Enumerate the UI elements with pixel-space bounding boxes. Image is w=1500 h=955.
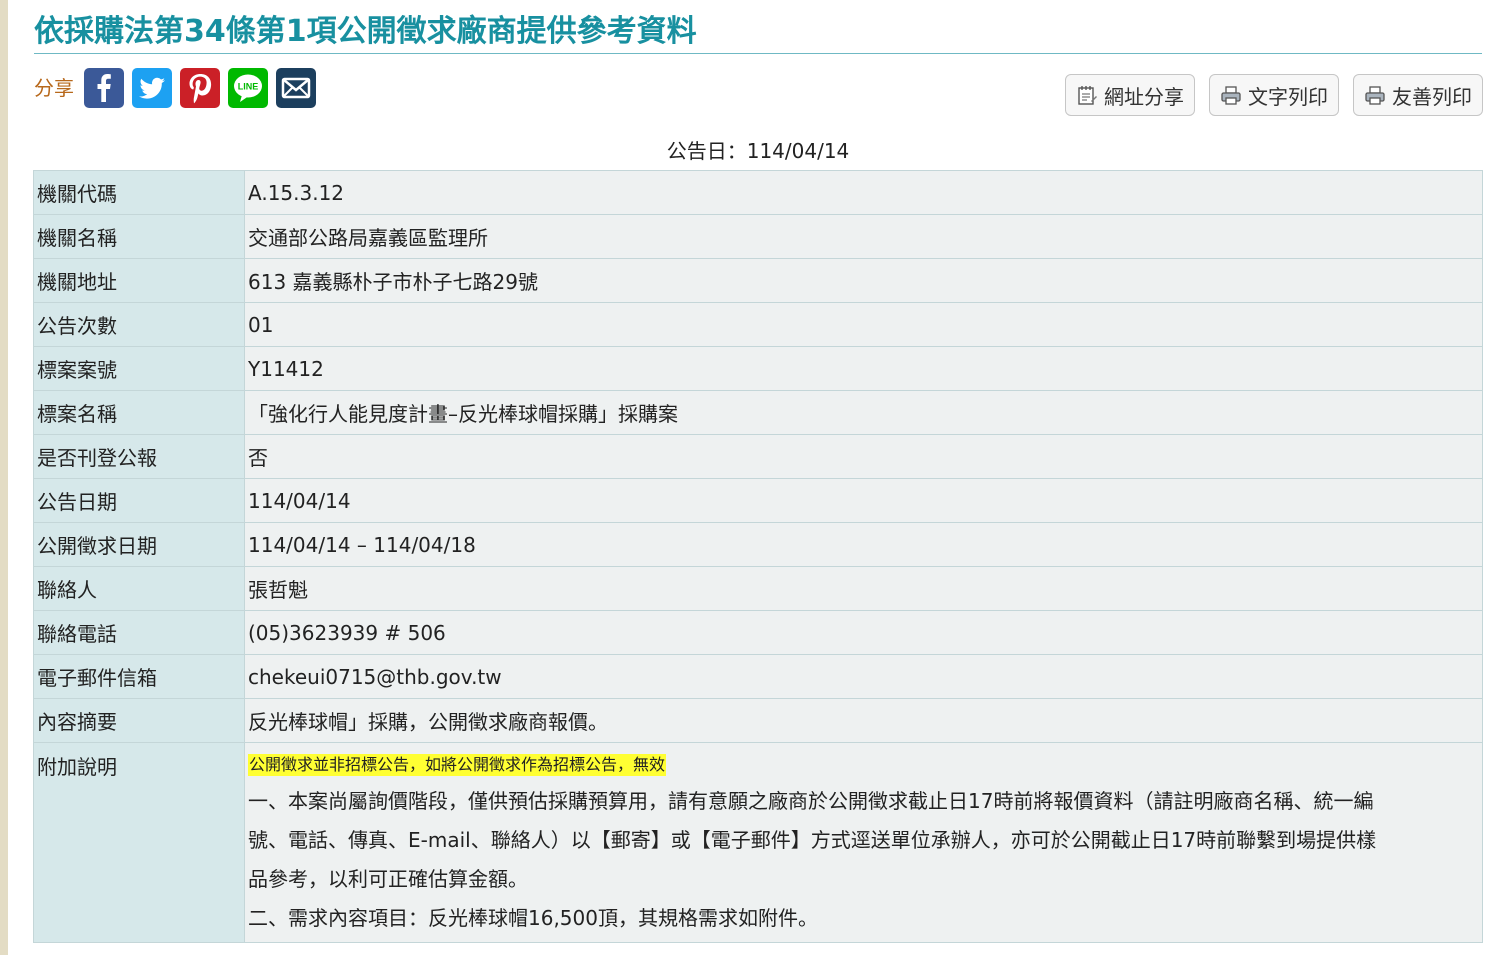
row-value: 「強化行人能見度計畫–反光棒球帽採購」採購案: [244, 390, 1483, 435]
row-label: 聯絡人: [33, 566, 245, 611]
row-value: 613 嘉義縣朴子市朴子七路29號: [244, 258, 1483, 303]
note-line: 品參考，以利可正確估算金額。: [248, 867, 528, 891]
pinterest-icon[interactable]: [180, 68, 220, 108]
row-label: 公告日期: [33, 478, 245, 523]
row-label: 機關名稱: [33, 214, 245, 259]
row-value: 否: [244, 434, 1483, 479]
row-value: chekeui0715@thb.gov.tw: [244, 654, 1483, 699]
note-line: 號、電話、傳真、E-mail、聯絡人）以【郵寄】或【電子郵件】方式逕送單位承辦人…: [248, 828, 1377, 852]
text-print-label: 文字列印: [1248, 84, 1328, 109]
table-row: 機關名稱 交通部公路局嘉義區監理所: [33, 214, 1483, 259]
notes-content: 公開徵求並非招標公告，如將公開徵求作為招標公告，無效 一、本案尚屬詢價階段，僅供…: [244, 742, 1483, 943]
note-line: 一、本案尚屬詢價階段，僅供預估採購預算用，請有意願之廠商於公開徵求截止日17時前…: [248, 789, 1374, 813]
line-icon-text: LINE: [238, 82, 259, 92]
row-value: (05)3623939 # 506: [244, 610, 1483, 655]
line-icon[interactable]: LINE: [228, 68, 268, 108]
table-row: 電子郵件信箱 chekeui0715@thb.gov.tw: [33, 654, 1483, 699]
table-row: 標案名稱 「強化行人能見度計畫–反光棒球帽採購」採購案: [33, 390, 1483, 435]
row-value: Y11412: [244, 346, 1483, 391]
table-row: 機關地址 613 嘉義縣朴子市朴子七路29號: [33, 258, 1483, 303]
row-value: 張哲魁: [244, 566, 1483, 611]
table-row: 聯絡電話 (05)3623939 # 506: [33, 610, 1483, 655]
row-value: 114/04/14: [244, 478, 1483, 523]
row-label: 電子郵件信箱: [33, 654, 245, 699]
title-divider: [34, 53, 1482, 54]
table-row: 是否刊登公報否: [33, 434, 1483, 479]
table-row: 聯絡人 張哲魁: [33, 566, 1483, 611]
announcement-table: 機關代碼 A.15.3.12 機關名稱 交通部公路局嘉義區監理所 機關地址 613 嘉…: [33, 170, 1483, 943]
printer-icon: [1221, 86, 1241, 105]
row-value: 01: [244, 302, 1483, 347]
url-share-button[interactable]: 網址分享: [1065, 74, 1195, 116]
table-row: 機關代碼 A.15.3.12: [33, 170, 1483, 215]
row-value: A.15.3.12: [244, 170, 1483, 215]
table-row: 內容摘要 反光棒球帽」採購，公開徵求廠商報價。: [33, 698, 1483, 743]
row-label: 公開徵求日期: [33, 522, 245, 567]
row-label: 聯絡電話: [33, 610, 245, 655]
row-label: 附加說明: [33, 742, 245, 943]
facebook-icon[interactable]: [84, 68, 124, 108]
table-row: 公告日期 114/04/14: [33, 478, 1483, 523]
share-label: 分享: [34, 76, 74, 100]
row-value: 114/04/14 – 114/04/18: [244, 522, 1483, 567]
mail-icon[interactable]: [276, 68, 316, 108]
row-label: 機關地址: [33, 258, 245, 303]
row-label: 公告次數: [33, 302, 245, 347]
url-share-label: 網址分享: [1104, 84, 1184, 109]
friendly-print-button[interactable]: 友善列印: [1353, 74, 1483, 116]
row-label: 標案案號: [33, 346, 245, 391]
page-title: 依採購法第34條第1項公開徵求廠商提供參考資料: [34, 14, 697, 49]
row-label: 是否刊登公報: [33, 434, 245, 479]
note-line: 二、需求內容項目：反光棒球帽16,500頂，其規格需求如附件。: [248, 906, 818, 930]
row-label: 機關代碼: [33, 170, 245, 215]
table-row: 公告次數 01: [33, 302, 1483, 347]
twitter-icon[interactable]: [132, 68, 172, 108]
announce-date: 公告日：114/04/14: [666, 139, 850, 163]
row-value: 交通部公路局嘉義區監理所: [244, 214, 1483, 259]
table-row-notes: 附加說明 公開徵求並非招標公告，如將公開徵求作為招標公告，無效 一、本案尚屬詢價…: [33, 742, 1483, 943]
row-value: 反光棒球帽」採購，公開徵求廠商報價。: [244, 698, 1483, 743]
table-row: 標案案號 Y11412: [33, 346, 1483, 391]
table-row: 公開徵求日期 114/04/14 – 114/04/18: [33, 522, 1483, 567]
notepad-icon: [1078, 86, 1097, 105]
printer-icon: [1365, 86, 1385, 105]
friendly-print-label: 友善列印: [1392, 84, 1472, 109]
notice-highlight: 公開徵求並非招標公告，如將公開徵求作為招標公告，無效: [248, 754, 667, 776]
row-label: 內容摘要: [33, 698, 245, 743]
row-label: 標案名稱: [33, 390, 245, 435]
text-print-button[interactable]: 文字列印: [1209, 74, 1339, 116]
